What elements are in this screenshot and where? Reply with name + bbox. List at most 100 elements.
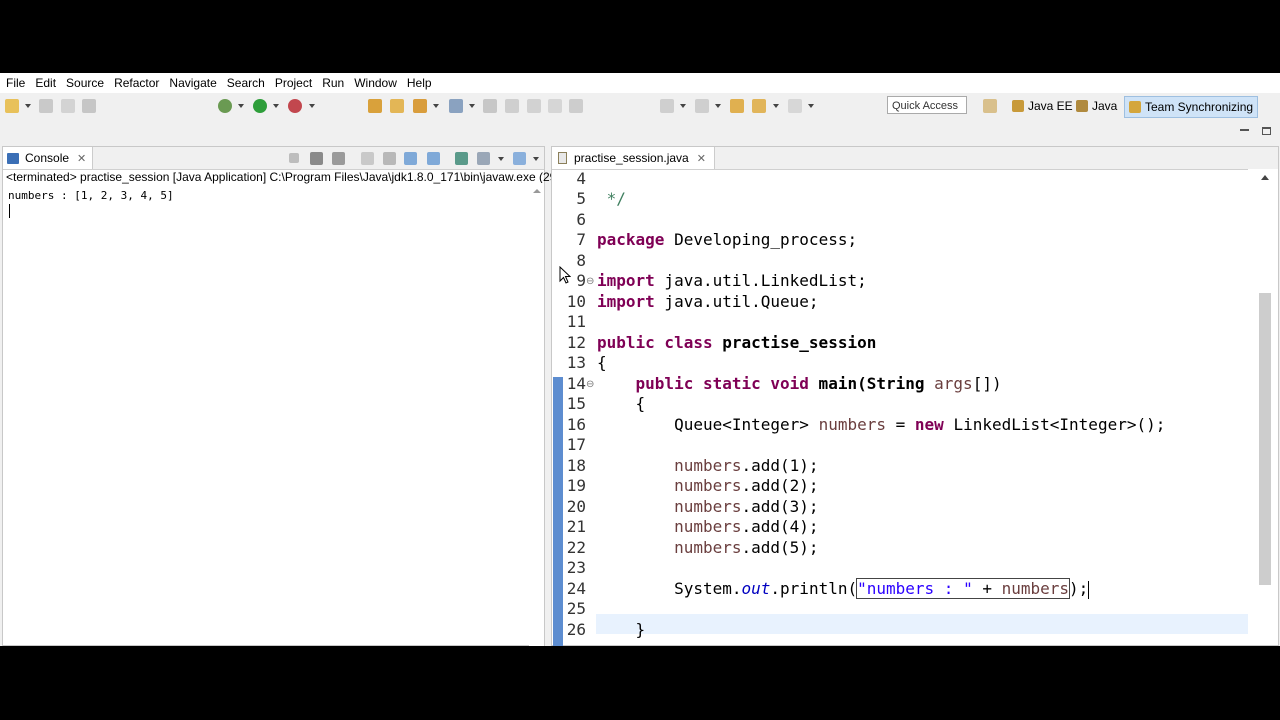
chevron-down-icon[interactable] bbox=[25, 104, 31, 108]
pin-console-icon[interactable] bbox=[455, 152, 468, 165]
menu-file[interactable]: File bbox=[6, 76, 25, 90]
code-text: + bbox=[972, 579, 1002, 598]
variable: numbers bbox=[674, 517, 742, 536]
word-wrap-icon[interactable] bbox=[548, 99, 562, 113]
line-number: 12 bbox=[566, 333, 586, 352]
perspective-java-ee[interactable]: Java EE bbox=[1012, 96, 1073, 116]
chevron-down-icon[interactable] bbox=[715, 104, 721, 108]
menu-project[interactable]: Project bbox=[275, 76, 312, 90]
code-line: Queue<Integer> numbers = new LinkedList<… bbox=[597, 415, 1165, 434]
open-folder-icon[interactable] bbox=[390, 99, 404, 113]
menu-run[interactable]: Run bbox=[322, 76, 344, 90]
menu-edit[interactable]: Edit bbox=[35, 76, 56, 90]
tab-practise-session-java[interactable]: practise_session.java ✕ bbox=[552, 147, 715, 169]
chevron-down-icon[interactable] bbox=[773, 104, 779, 108]
clear-console-icon[interactable] bbox=[361, 152, 374, 165]
display-console-icon[interactable] bbox=[477, 152, 490, 165]
code-line: System.out.println("numbers : " + number… bbox=[597, 578, 1090, 599]
chevron-up-icon[interactable] bbox=[533, 189, 541, 193]
menu-help[interactable]: Help bbox=[407, 76, 432, 90]
chevron-down-icon[interactable] bbox=[808, 104, 814, 108]
chevron-down-icon[interactable] bbox=[433, 104, 439, 108]
code-text: .add(2); bbox=[741, 476, 819, 495]
block-selection-icon[interactable] bbox=[505, 99, 519, 113]
code-text: } bbox=[635, 620, 646, 639]
keyword: package bbox=[597, 230, 665, 249]
annotation-icon[interactable] bbox=[449, 99, 463, 113]
chevron-down-icon[interactable] bbox=[273, 104, 279, 108]
console-icon bbox=[7, 152, 19, 164]
chevron-up-icon[interactable] bbox=[1261, 175, 1269, 180]
menu-refactor[interactable]: Refactor bbox=[114, 76, 159, 90]
whitespace-icon[interactable] bbox=[527, 99, 541, 113]
console-scrollbar[interactable] bbox=[529, 183, 544, 646]
line-number: 20 bbox=[566, 497, 586, 516]
previous-annotation-icon[interactable] bbox=[695, 99, 709, 113]
console-tab-bar: Console ✕ bbox=[3, 147, 544, 170]
console-output[interactable]: numbers : [1, 2, 3, 4, 5] bbox=[8, 189, 174, 202]
chevron-down-icon[interactable] bbox=[238, 104, 244, 108]
editor-scrollbar[interactable] bbox=[1248, 169, 1278, 645]
next-annotation-icon[interactable] bbox=[660, 99, 674, 113]
open-type-icon[interactable] bbox=[368, 99, 382, 113]
forward-icon[interactable] bbox=[788, 99, 802, 113]
save-all-icon[interactable] bbox=[61, 99, 75, 113]
open-perspective-icon[interactable] bbox=[983, 99, 997, 113]
keyword: import bbox=[597, 292, 655, 311]
menu-source[interactable]: Source bbox=[66, 76, 104, 90]
chevron-down-icon[interactable] bbox=[469, 104, 475, 108]
back-icon[interactable] bbox=[752, 99, 766, 113]
perspective-label: Java EE bbox=[1028, 99, 1073, 113]
word-wrap-icon[interactable] bbox=[404, 152, 417, 165]
perspective-team-synchronizing[interactable]: Team Synchronizing bbox=[1124, 96, 1259, 118]
code-text: Developing_process; bbox=[664, 230, 858, 249]
print-icon[interactable] bbox=[82, 99, 96, 113]
minimize-icon[interactable] bbox=[1240, 129, 1249, 131]
variable: numbers bbox=[818, 415, 886, 434]
new-icon[interactable] bbox=[5, 99, 19, 113]
external-tools-icon[interactable] bbox=[288, 99, 302, 113]
code-text: LinkedList<Integer>(); bbox=[943, 415, 1166, 434]
run-icon[interactable] bbox=[253, 99, 267, 113]
code-text: .println( bbox=[770, 579, 858, 598]
string-literal: "numbers : " bbox=[857, 579, 973, 598]
close-icon[interactable]: ✕ bbox=[697, 152, 706, 165]
close-icon[interactable]: ✕ bbox=[77, 152, 86, 165]
code-line: */ bbox=[597, 189, 626, 208]
perspective-java[interactable]: Java bbox=[1076, 96, 1117, 116]
code-line: public static void main(String args[]) bbox=[597, 374, 1002, 393]
perspective-label: Team Synchronizing bbox=[1145, 100, 1254, 114]
scroll-lock-icon[interactable] bbox=[383, 152, 396, 165]
pin-icon[interactable] bbox=[569, 99, 583, 113]
maximize-icon[interactable] bbox=[1262, 127, 1271, 135]
code-line: { bbox=[597, 394, 646, 413]
chevron-down-icon[interactable] bbox=[533, 157, 539, 161]
tab-console[interactable]: Console ✕ bbox=[3, 147, 94, 169]
fold-collapse-icon[interactable]: ⊖ bbox=[586, 276, 594, 287]
menu-navigate[interactable]: Navigate bbox=[169, 76, 216, 90]
chevron-down-icon[interactable] bbox=[498, 157, 504, 161]
menu-search[interactable]: Search bbox=[227, 76, 265, 90]
code-text: .add(1); bbox=[741, 456, 819, 475]
last-edit-icon[interactable] bbox=[730, 99, 744, 113]
save-icon[interactable] bbox=[39, 99, 53, 113]
scrollbar-thumb[interactable] bbox=[1259, 293, 1271, 585]
terminate-icon[interactable] bbox=[289, 153, 299, 163]
mouse-cursor-icon bbox=[559, 266, 571, 284]
debug-icon[interactable] bbox=[218, 99, 232, 113]
quick-access-field[interactable]: Quick Access bbox=[887, 96, 967, 114]
search-icon[interactable] bbox=[413, 99, 427, 113]
remove-all-terminated-icon[interactable] bbox=[332, 152, 345, 165]
line-number: 23 bbox=[566, 558, 586, 577]
keyword: public class bbox=[597, 333, 713, 352]
variable: numbers bbox=[674, 476, 742, 495]
toggle-mark-icon[interactable] bbox=[483, 99, 497, 113]
open-console-icon[interactable] bbox=[513, 152, 526, 165]
chevron-down-icon[interactable] bbox=[309, 104, 315, 108]
remove-launch-icon[interactable] bbox=[310, 152, 323, 165]
show-console-on-output-icon[interactable] bbox=[427, 152, 440, 165]
menu-window[interactable]: Window bbox=[354, 76, 397, 90]
chevron-down-icon[interactable] bbox=[680, 104, 686, 108]
fold-collapse-icon[interactable]: ⊖ bbox=[586, 379, 594, 390]
code-area[interactable]: 4 5 6 7 8 9 10 11 12 13 14 15 16 17 18 1… bbox=[552, 169, 1248, 646]
